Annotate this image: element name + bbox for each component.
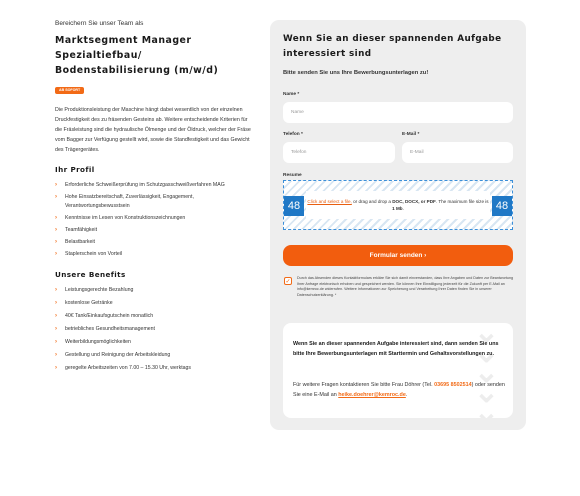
list-item: › Staplerschein von Vorteil bbox=[55, 251, 123, 257]
job-title: Marktsegment Manager Spezialtiefbau/ Bod… bbox=[55, 33, 255, 78]
checkmark-icon: ✓ bbox=[285, 278, 291, 285]
job-title-line: Bodenstabilisierung (m/w/d) bbox=[55, 65, 219, 76]
form-subtitle: Bitte senden Sie uns Ihre Bewerbungsunte… bbox=[283, 70, 429, 76]
list-item: › Kenntnisse im Lesen von Konstruktionsze… bbox=[55, 215, 186, 221]
intro-text: Bereichern Sie unser Team als bbox=[55, 20, 144, 27]
benefits-list: › Leistungsgerechte Bezahlung › kostenlose… bbox=[55, 286, 255, 373]
chevron-right-icon: › bbox=[55, 251, 57, 257]
profile-heading: Ihr Profil bbox=[55, 165, 95, 174]
upload-instructions: Click and select a file, or drag and dro… bbox=[306, 191, 490, 219]
file-count-badge: 48 bbox=[492, 196, 512, 216]
benefits-heading: Unsere Benefits bbox=[55, 270, 126, 279]
chevron-right-icon: › bbox=[55, 352, 57, 358]
list-item: › Leistungsgerechte Bezahlung bbox=[55, 287, 134, 293]
chevron-right-icon: › bbox=[55, 365, 57, 371]
list-item: › Weiterbildungsmöglichkeiten bbox=[55, 339, 131, 345]
email-field[interactable]: E-Mail bbox=[402, 142, 513, 163]
chevron-right-icon: › bbox=[55, 215, 57, 221]
chevron-right-icon: › bbox=[55, 182, 57, 188]
chevron-right-icon: › bbox=[55, 300, 57, 306]
select-file-link[interactable]: Click and select a file, bbox=[307, 199, 351, 204]
phone-label: Telefon * bbox=[283, 132, 303, 137]
email-label: E-Mail * bbox=[402, 132, 420, 137]
phone-link[interactable]: 03695 8502514 bbox=[434, 382, 471, 388]
chevron-down-icon: ⌄ ⌄ ⌄ ⌄ ⌄ bbox=[473, 323, 499, 418]
file-count-badge: 48 bbox=[284, 196, 304, 216]
chevron-right-icon: › bbox=[55, 287, 57, 293]
email-link[interactable]: heike.doehrer@kemroc.de bbox=[338, 392, 406, 398]
resume-dropzone[interactable]: 48 Click and select a file, or drag and … bbox=[283, 180, 513, 230]
application-form-card: Wenn Sie an dieser spannenden Aufgabe in… bbox=[270, 20, 526, 430]
info-bold-text: Wenn Sie an dieser spannenden Aufgabe in… bbox=[293, 341, 499, 357]
list-item: › Hohe Einsatzbereitschaft, Zuverlässigke… bbox=[55, 194, 194, 209]
chevron-right-icon: › bbox=[55, 313, 57, 319]
chevron-right-icon: › bbox=[55, 339, 57, 345]
start-badge: AB SOFORT bbox=[55, 86, 85, 94]
contact-info-box: ⌄ ⌄ ⌄ ⌄ ⌄ Wenn Sie an dieser spannenden Aufg… bbox=[283, 323, 513, 418]
submit-button[interactable]: Formular senden › bbox=[283, 245, 513, 266]
list-item: › 40€ Tank/Einkaufsgutschein monatlich bbox=[55, 313, 154, 319]
chevron-right-icon: › bbox=[55, 194, 57, 200]
list-item: › geregelte Arbeitszeiten von 7.00 – 15.3… bbox=[55, 365, 192, 371]
job-details: Bereichern Sie unser Team als Marktsegme… bbox=[55, 20, 255, 373]
contact-text: Für weitere Fragen kontaktieren Sie bitt… bbox=[293, 382, 505, 398]
name-field[interactable]: Name bbox=[283, 102, 513, 123]
list-item: › Teamfähigkeit bbox=[55, 227, 98, 233]
phone-field[interactable]: Telefon bbox=[283, 142, 395, 163]
profile-list: › Erforderliche Schweißerprüfung im Schut… bbox=[55, 181, 255, 259]
list-item: › kostenlose Getränke bbox=[55, 300, 113, 306]
list-item: › Gestellung und Reinigung der Arbeitskle… bbox=[55, 352, 171, 358]
job-description: Die Produktionsleistung der Maschine hän… bbox=[55, 107, 251, 153]
chevron-right-icon: › bbox=[55, 239, 57, 245]
chevron-right-icon: › bbox=[55, 326, 57, 332]
consent-checkbox[interactable]: ✓ bbox=[284, 277, 292, 285]
list-item: › Belastbarkeit bbox=[55, 239, 95, 245]
chevron-right-icon: › bbox=[55, 227, 57, 233]
consent-text: Durch das Absenden dieses Kontaktformula… bbox=[297, 276, 514, 297]
name-label: Name * bbox=[283, 92, 300, 97]
job-title-line: Marktsegment Manager bbox=[55, 35, 192, 46]
list-item: › betriebliches Gesundheitsmanagement bbox=[55, 326, 155, 332]
form-title: Wenn Sie an dieser spannenden Aufgabe in… bbox=[283, 34, 502, 59]
job-title-line: Spezialtiefbau/ bbox=[55, 50, 142, 61]
list-item: › Erforderliche Schweißerprüfung im Schut… bbox=[55, 182, 225, 188]
resume-label: Resume bbox=[283, 173, 302, 178]
